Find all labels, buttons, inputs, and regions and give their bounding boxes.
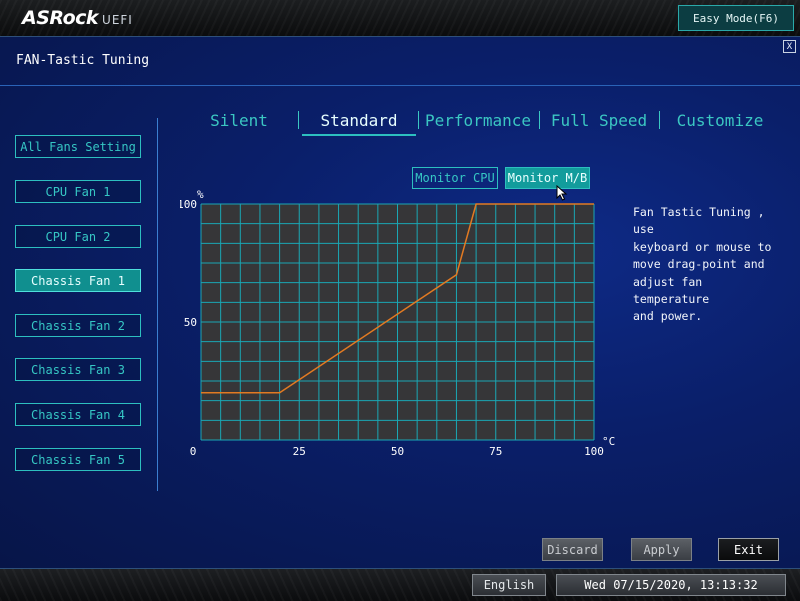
apply-button[interactable]: Apply [631, 538, 692, 561]
x-tick-label: 100 [584, 445, 604, 458]
tab-full-speed[interactable]: Full Speed [543, 110, 655, 130]
top-bar: ASRock UEFI Easy Mode(F6) [0, 0, 800, 37]
tab-customize[interactable]: Customize [664, 110, 776, 130]
brand-suffix: UEFI [102, 13, 133, 27]
mouse-cursor-icon [556, 185, 568, 201]
discard-button[interactable]: Discard [542, 538, 603, 561]
easy-mode-button[interactable]: Easy Mode(F6) [678, 5, 794, 31]
sidebar-item-chassis-fan-3[interactable]: Chassis Fan 3 [15, 358, 141, 381]
tab-silent[interactable]: Silent [190, 110, 288, 130]
close-button[interactable]: X [783, 40, 796, 53]
sidebar-item-chassis-fan-5[interactable]: Chassis Fan 5 [15, 448, 141, 471]
asrock-logo: ASRock UEFI [22, 7, 133, 29]
exit-button[interactable]: Exit [718, 538, 779, 561]
tab-separator [539, 111, 540, 129]
tab-separator [298, 111, 299, 129]
x-tick-labels: 0 25 50 75 100 [190, 445, 604, 458]
tab-active-underline [302, 134, 416, 136]
tab-standard[interactable]: Standard [302, 110, 416, 130]
y-tick-label: 100 [180, 198, 197, 211]
sidebar-item-cpu-fan-1[interactable]: CPU Fan 1 [15, 180, 141, 203]
fan-curve-chart[interactable]: % °C 100 50 0 25 50 75 100 [180, 185, 620, 470]
brand-name: ASRock [22, 7, 99, 29]
x-tick-label: 0 [190, 445, 197, 458]
y-tick-labels: 100 50 [180, 198, 197, 329]
tab-separator [418, 111, 419, 129]
sidebar-divider [157, 118, 158, 491]
sidebar-item-chassis-fan-1[interactable]: Chassis Fan 1 [15, 269, 141, 292]
title-divider [0, 85, 800, 86]
page-title: FAN-Tastic Tuning [16, 53, 150, 68]
help-description: Fan Tastic Tuning , use keyboard or mous… [633, 205, 772, 324]
tab-performance[interactable]: Performance [422, 110, 534, 130]
y-tick-label: 50 [184, 316, 197, 329]
x-axis-unit: °C [602, 435, 615, 448]
sidebar-item-cpu-fan-2[interactable]: CPU Fan 2 [15, 225, 141, 248]
sidebar-item-chassis-fan-2[interactable]: Chassis Fan 2 [15, 314, 141, 337]
sidebar-item-chassis-fan-4[interactable]: Chassis Fan 4 [15, 403, 141, 426]
chart-grid [200, 203, 595, 441]
x-tick-label: 50 [391, 445, 404, 458]
tab-separator [659, 111, 660, 129]
language-button[interactable]: English [472, 574, 546, 596]
sidebar-item-all-fans-setting[interactable]: All Fans Setting [15, 135, 141, 158]
y-axis-unit: % [197, 188, 204, 201]
datetime-display: Wed 07/15/2020, 13:13:32 [556, 574, 786, 596]
x-tick-label: 25 [293, 445, 306, 458]
x-tick-label: 75 [489, 445, 502, 458]
